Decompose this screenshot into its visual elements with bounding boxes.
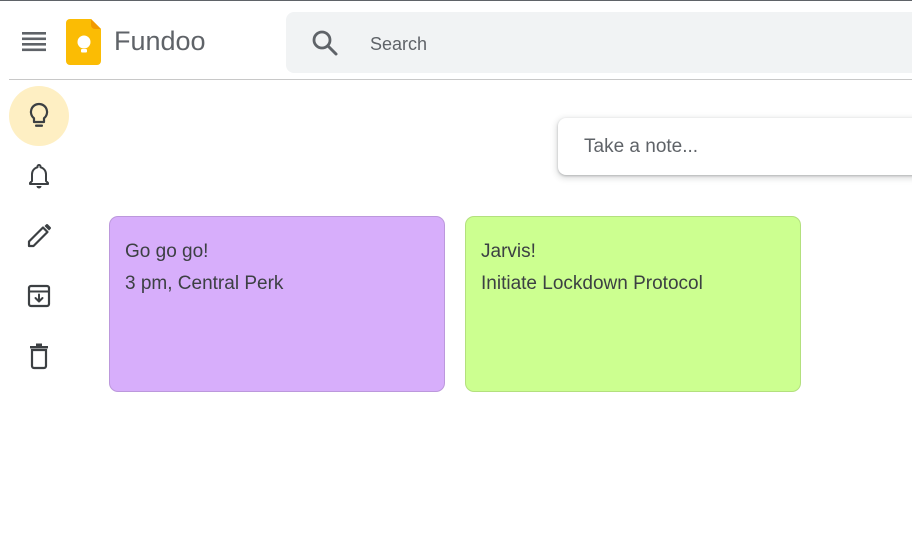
sidebar-item-reminders[interactable] <box>9 146 69 206</box>
sidebar-item-edit-labels[interactable] <box>9 206 69 266</box>
menu-icon <box>22 32 46 52</box>
take-a-note-input[interactable]: Take a note... <box>558 118 912 175</box>
main-menu-button[interactable] <box>14 21 54 61</box>
bell-icon <box>29 164 49 189</box>
lightbulb-icon <box>29 102 49 127</box>
sidebar-item-trash[interactable] <box>9 326 69 386</box>
search-input[interactable] <box>368 26 892 62</box>
app-title: Fundoo <box>114 26 206 56</box>
note-body: Initiate Lockdown Protocol <box>481 273 703 294</box>
sidebar-item-notes[interactable] <box>9 86 69 146</box>
note-title: Go go go! <box>125 241 209 262</box>
note-card[interactable]: Jarvis! Initiate Lockdown Protocol <box>465 216 801 392</box>
archive-icon <box>27 284 51 308</box>
search-icon[interactable] <box>310 28 340 58</box>
take-a-note-placeholder: Take a note... <box>584 136 699 157</box>
header-divider <box>9 79 912 80</box>
top-app-bar: Fundoo <box>0 1 912 79</box>
keep-logo-icon <box>66 19 101 65</box>
note-body: 3 pm, Central Perk <box>125 273 284 294</box>
trash-icon <box>30 343 48 370</box>
sidebar-item-archive[interactable] <box>9 266 69 326</box>
note-card[interactable]: Go go go! 3 pm, Central Perk <box>109 216 445 392</box>
note-title: Jarvis! <box>481 241 536 262</box>
pencil-icon <box>27 224 51 248</box>
search-bar <box>286 12 912 73</box>
